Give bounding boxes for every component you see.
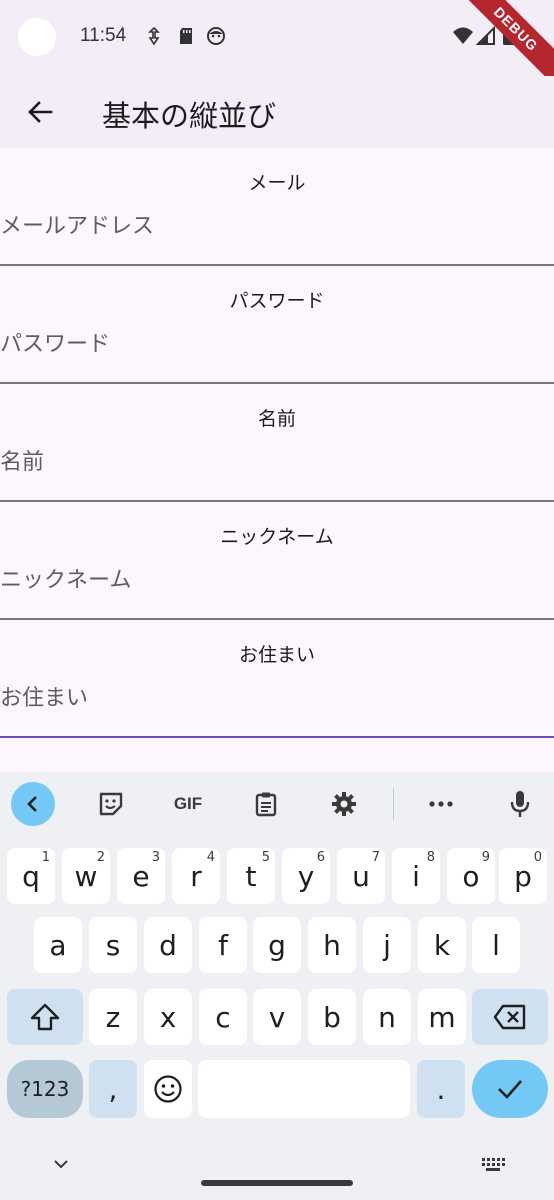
key-t[interactable]: t5 [227,848,275,904]
settings-button[interactable] [322,782,366,826]
chevron-down-icon [54,1160,68,1169]
key-b[interactable]: b [308,989,356,1045]
toolbar-divider [393,788,394,820]
password-label: パスワード [229,290,325,312]
back-button[interactable] [14,86,66,138]
shift-key[interactable] [7,989,83,1045]
backspace-icon [493,1004,526,1030]
key-x[interactable]: x [144,989,192,1045]
key-c[interactable]: c [199,989,247,1045]
wifi-icon [453,27,473,44]
gif-icon: GIF [173,794,203,813]
key-w[interactable]: w2 [62,848,110,904]
chevron-left-icon [27,796,37,812]
name-input[interactable] [0,442,554,482]
name-label: 名前 [257,408,296,430]
check-icon [498,1080,522,1099]
key-e[interactable]: e3 [117,848,165,904]
key-f[interactable]: f [199,917,247,973]
navigation-icon [148,26,160,46]
backspace-key[interactable] [472,989,548,1045]
address-label: お住まい [238,644,315,666]
key-u[interactable]: u7 [337,848,385,904]
more-button[interactable] [419,782,463,826]
nickname-field: ニックネーム [0,502,554,620]
key-d[interactable]: d [144,917,192,973]
symbols-key[interactable]: ?123 [7,1060,83,1118]
status-time: 11:54 [80,25,127,46]
status-bar: 11:54 DEBUG [0,0,554,95]
keyboard-icon [482,1158,505,1171]
key-v[interactable]: v [253,989,301,1045]
key-s[interactable]: s [89,917,137,973]
name-field: 名前 [0,384,554,502]
key-r[interactable]: r4 [172,848,220,904]
mic-icon [510,791,530,817]
settings-icon [332,792,356,816]
clipboard-icon [255,792,277,817]
voice-input-button[interactable] [498,782,542,826]
password-field: パスワード [0,266,554,384]
arrow-back-icon [28,101,53,123]
key-o[interactable]: o9 [447,848,495,904]
email-input[interactable] [0,206,554,246]
key-n[interactable]: n [363,989,411,1045]
key-i[interactable]: i8 [392,848,440,904]
sticker-icon [99,792,123,816]
key-g[interactable]: g [253,917,301,973]
period-key[interactable]: . [417,1060,465,1118]
key-p[interactable]: p0 [499,848,547,904]
enter-key[interactable] [472,1060,548,1118]
key-y[interactable]: y6 [282,848,330,904]
gif-button[interactable]: GIF [166,782,210,826]
shift-icon [30,1003,60,1031]
page-title: 基本の縦並び [102,99,277,133]
soft-keyboard: GIF q1 w2 e3 r4 t5 y6 u7 i8 o9 p0 a s d … [0,772,554,1200]
sd-card-icon [180,28,192,44]
sticker-button[interactable] [89,782,133,826]
face-icon [207,27,225,45]
key-q[interactable]: q1 [7,848,55,904]
key-z[interactable]: z [89,989,137,1045]
keyboard-switch-button[interactable] [480,1154,506,1174]
emoji-key[interactable] [144,1060,192,1118]
password-input[interactable] [0,324,554,364]
keyboard-collapse-button[interactable] [11,782,55,826]
nickname-label: ニックネーム [220,526,334,548]
nickname-input[interactable] [0,560,554,600]
space-key[interactable] [198,1060,410,1118]
hide-keyboard-button[interactable] [48,1154,74,1174]
clipboard-button[interactable] [244,782,288,826]
navigation-handle[interactable] [201,1180,353,1186]
comma-key[interactable]: , [89,1060,137,1118]
key-l[interactable]: l [472,917,520,973]
emoji-icon [154,1075,182,1103]
email-label: メール [248,172,306,194]
more-icon [429,801,453,807]
key-a[interactable]: a [34,917,82,973]
signal-icon [476,26,495,45]
key-h[interactable]: h [308,917,356,973]
camera-cutout [18,18,56,56]
key-m[interactable]: m [418,989,466,1045]
key-j[interactable]: j [363,917,411,973]
key-k[interactable]: k [418,917,466,973]
address-field: お住まい [0,620,554,738]
app-bar: 基本の縦並び [0,76,554,148]
address-input[interactable] [0,678,554,718]
email-field: メール [0,148,554,266]
